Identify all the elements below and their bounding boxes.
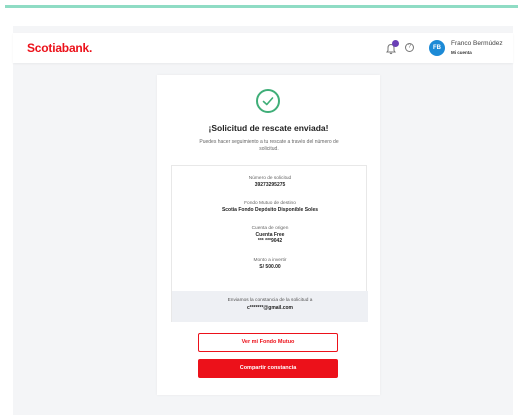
request-number-field: Número de solicitud 39273295275 <box>172 176 368 188</box>
confirmation-card: ¡Solicitud de rescate enviada! Puedes ha… <box>157 75 380 395</box>
success-check-icon <box>256 89 280 113</box>
description-text: Puedes hacer seguimiento a tu rescate a … <box>199 139 339 152</box>
amount-field: Monto a invertir S/ 500.00 <box>172 258 368 270</box>
view-mutual-fund-button[interactable]: Ver mi Fondo Mutuo <box>198 333 338 352</box>
field-value: 39273295275 <box>254 182 286 188</box>
destination-fund-field: Fondo Mutuo de destino Scotia Fondo Depó… <box>172 201 368 213</box>
source-account-field: Cuenta de origen Cuenta Free *** ***9042 <box>172 226 368 244</box>
user-account-link[interactable]: Mi cuenta <box>451 50 472 55</box>
email-notice-label: Enviamos la constancia de la solicitud a <box>227 298 313 303</box>
page-title: ¡Solicitud de rescate enviada! <box>208 123 329 133</box>
avatar[interactable]: FB <box>429 40 445 56</box>
help-icon[interactable]: ? <box>405 43 414 52</box>
email-address: c*******@gmail.com <box>246 305 293 311</box>
request-details-panel: Número de solicitud 39273295275 Fondo Mu… <box>171 165 368 322</box>
email-notice-box: Enviamos la constancia de la solicitud a… <box>172 291 368 322</box>
field-value: S/ 500.00 <box>259 264 281 270</box>
notification-button[interactable] <box>385 40 399 55</box>
top-accent-bar <box>5 5 518 8</box>
field-value: Scotia Fondo Depósito Disponible Soles <box>221 207 319 213</box>
scotiabank-logo[interactable]: Scotiabank. <box>27 41 92 55</box>
share-receipt-button[interactable]: Compartir constancia <box>198 359 338 378</box>
notification-badge <box>392 40 399 47</box>
field-value-account-number: *** ***9042 <box>257 238 283 244</box>
top-navbar: Scotiabank. ? FB Franco Bermúdez Mi cuen… <box>13 33 513 63</box>
user-name[interactable]: Franco Bermúdez <box>451 40 503 47</box>
